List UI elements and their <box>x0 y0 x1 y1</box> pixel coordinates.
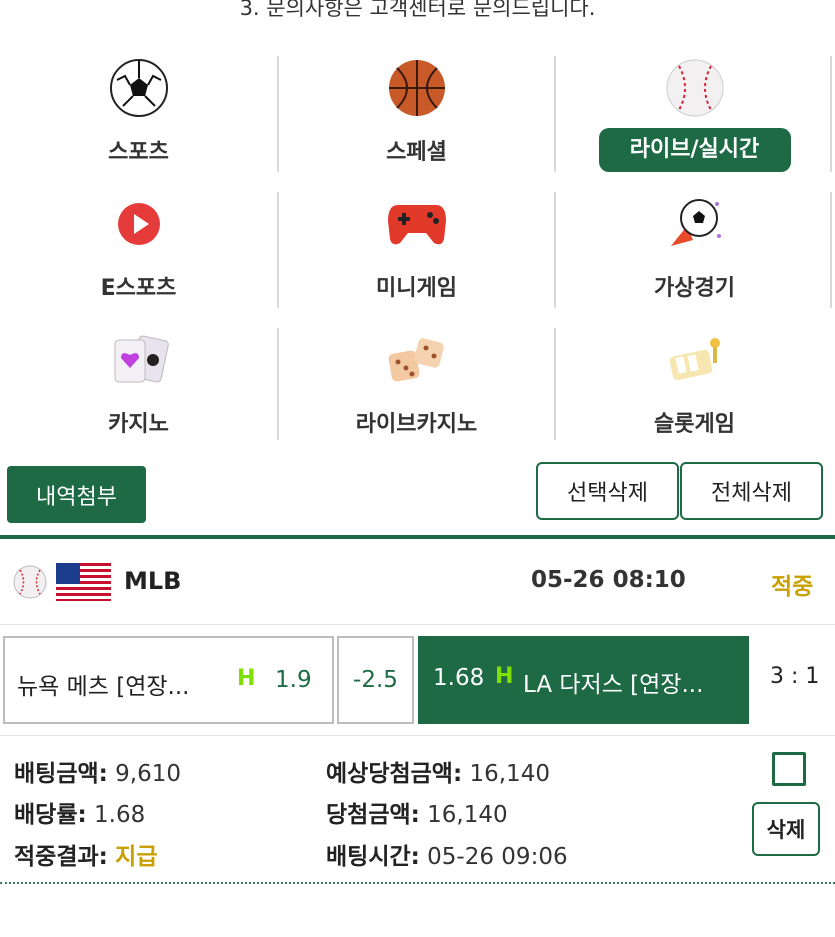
virtual-soccer-icon <box>670 199 721 246</box>
category-label: 스포츠 <box>108 140 169 165</box>
dotted-divider <box>0 882 835 884</box>
gamepad-icon <box>387 205 446 245</box>
bet-amount-label: 배팅금액: <box>14 761 108 787</box>
category-live[interactable]: 라이브/실시간 <box>556 40 833 176</box>
category-label: 라이브/실시간 <box>598 128 791 172</box>
divider <box>277 192 279 308</box>
category-label: 가상경기 <box>654 276 735 301</box>
win-amount-value: 16,140 <box>427 802 508 828</box>
play-icon <box>117 203 160 245</box>
bet-time: 배팅시간: 05-26 09:06 <box>326 837 568 871</box>
category-sports[interactable]: 스포츠 <box>0 40 277 176</box>
bet-odds: 배당률: 1.68 <box>14 795 145 829</box>
handicap-value: -2.5 <box>337 636 414 724</box>
us-flag-icon <box>56 563 111 601</box>
category-label: 스페셜 <box>386 140 447 165</box>
section-divider <box>0 535 835 539</box>
match-datetime: 05-26 08:10 <box>531 567 686 593</box>
bet-time-label: 배팅시간: <box>326 844 420 870</box>
cards-icon <box>114 335 169 383</box>
expected-win-value: 16,140 <box>469 761 550 787</box>
bet-result-label: 적중결과: <box>14 844 108 870</box>
expected-win: 예상당첨금액: 16,140 <box>326 754 550 788</box>
bet-selection-row: 뉴욕 메츠 [연장... H 1.9 -2.5 1.68 H LA 다저스 [연… <box>0 624 835 736</box>
notice-text: 3. 문의사항은 고객센터로 문의드립니다. <box>239 0 596 20</box>
basketball-icon <box>388 60 445 116</box>
away-team-option[interactable]: 1.68 H LA 다저스 [연장... <box>418 636 749 724</box>
category-label: E스포츠 <box>100 276 177 301</box>
delete-selected-button[interactable]: 선택삭제 <box>536 462 679 520</box>
soccer-ball-icon <box>109 59 168 117</box>
category-casino[interactable]: 카지노 <box>0 312 277 448</box>
bet-result: 적중결과: 지급 <box>14 837 157 871</box>
baseball-icon <box>666 59 723 117</box>
divider <box>554 328 556 440</box>
divider <box>277 56 279 172</box>
win-amount-label: 당첨금액: <box>326 802 420 828</box>
dice-icon <box>388 338 444 382</box>
delete-button[interactable]: 삭제 <box>752 802 820 856</box>
slot-icon <box>669 338 720 381</box>
league-name: MLB <box>124 567 182 595</box>
match-header: MLB 05-26 08:10 적중 <box>0 555 835 611</box>
category-minigame[interactable]: 미니게임 <box>278 176 555 312</box>
divider <box>554 192 556 308</box>
category-slot[interactable]: 슬롯게임 <box>556 312 833 448</box>
handicap-badge: H <box>495 664 514 689</box>
bet-result-value: 지급 <box>115 844 158 870</box>
match-score: 3 : 1 <box>770 664 820 689</box>
select-checkbox[interactable] <box>772 752 806 786</box>
category-special[interactable]: 스페셜 <box>278 40 555 176</box>
home-team-option[interactable]: 뉴욕 메츠 [연장... H 1.9 <box>3 636 334 724</box>
bet-amount: 배팅금액: 9,610 <box>14 754 181 788</box>
category-virtual[interactable]: 가상경기 <box>556 176 833 312</box>
divider <box>830 192 832 308</box>
away-team-name: LA 다저스 [연장... <box>523 672 704 698</box>
divider <box>830 56 832 172</box>
bet-time-value: 05-26 09:06 <box>427 844 568 870</box>
category-label: 미니게임 <box>376 276 457 301</box>
category-live-casino[interactable]: 라이브카지노 <box>278 312 555 448</box>
category-label: 라이브카지노 <box>355 412 478 437</box>
bet-odds-value: 1.68 <box>94 802 146 828</box>
delete-all-button[interactable]: 전체삭제 <box>680 462 823 520</box>
history-attach-button[interactable]: 내역첨부 <box>7 466 146 523</box>
divider <box>554 56 556 172</box>
category-esports[interactable]: E스포츠 <box>0 176 277 312</box>
category-label: 슬롯게임 <box>654 412 735 437</box>
win-amount: 당첨금액: 16,140 <box>326 795 508 829</box>
home-odd: 1.9 <box>275 667 312 693</box>
baseball-icon <box>13 565 47 599</box>
bet-amount-value: 9,610 <box>115 761 182 787</box>
handicap-badge: H <box>237 666 256 691</box>
away-odd: 1.68 <box>433 665 485 691</box>
bet-odds-label: 배당률: <box>14 802 87 828</box>
category-label: 카지노 <box>108 412 169 437</box>
home-team-name: 뉴욕 메츠 [연장... <box>17 674 190 700</box>
expected-win-label: 예상당첨금액: <box>326 761 463 787</box>
divider <box>277 328 279 440</box>
match-status-badge: 적중 <box>771 574 814 600</box>
